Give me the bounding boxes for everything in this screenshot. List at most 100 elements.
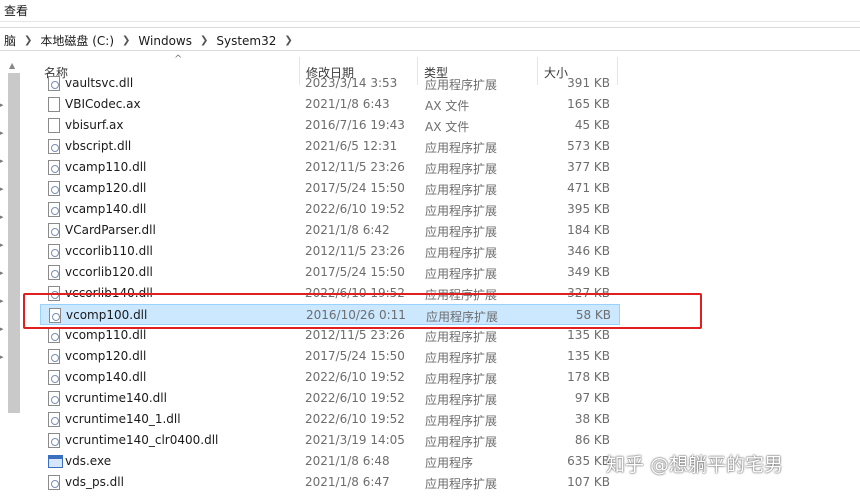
file-row[interactable]: vcruntime140_1.dll 2022/6/10 19:52 应用程序扩展 3… [40, 409, 620, 430]
file-size: 107 KB [567, 475, 610, 489]
dll-icon [48, 244, 60, 259]
navigation-pane: ▸ ▸ ▸ ▸ ▸ ▸ ▸ ▸ ▸ ▸ ▲ [0, 57, 24, 497]
chevron-right-icon[interactable]: ▸ [0, 185, 6, 213]
file-date: 2022/6/10 19:52 [305, 202, 405, 216]
file-row[interactable]: vcruntime140_clr0400.dll 2021/3/19 14:05 应… [40, 430, 620, 451]
dll-icon [48, 139, 60, 154]
file-row[interactable]: vbscript.dll 2021/6/5 12:31 应用程序扩展 573 KB [40, 136, 620, 157]
dll-icon [48, 412, 60, 427]
file-name: vccorlib120.dll [65, 265, 153, 279]
file-size: 135 KB [567, 328, 610, 342]
dll-icon [48, 265, 60, 280]
file-date: 2012/11/5 23:26 [305, 244, 405, 258]
nav-scrollbar[interactable]: ▲ [7, 57, 21, 497]
file-name: vcruntime140_clr0400.dll [65, 433, 219, 447]
file-type: 应用程序扩展 [425, 204, 498, 218]
file-row[interactable]: vaultsvc.dll 2023/3/14 3:53 应用程序扩展 391 KB [40, 73, 620, 94]
file-size: 184 KB [567, 223, 610, 237]
file-date: 2022/6/10 19:52 [305, 370, 405, 384]
nav-expanders: ▸ ▸ ▸ ▸ ▸ ▸ ▸ ▸ ▸ ▸ [0, 101, 6, 381]
file-date: 2012/11/5 23:26 [305, 328, 405, 342]
file-date: 2022/6/10 19:52 [305, 412, 405, 426]
file-row[interactable]: vccorlib120.dll 2017/5/24 15:50 应用程序扩展 349 … [40, 262, 620, 283]
file-date: 2023/3/14 3:53 [305, 76, 398, 90]
file-type: 应用程序 [425, 456, 474, 470]
file-type: 应用程序扩展 [425, 267, 498, 281]
tab-view[interactable]: 查看 [4, 2, 28, 19]
file-row[interactable]: vcruntime140.dll 2022/6/10 19:52 应用程序扩展 97 … [40, 388, 620, 409]
file-type: AX 文件 [425, 120, 470, 134]
chevron-right-icon[interactable]: ▸ [0, 325, 6, 353]
file-type: 应用程序扩展 [425, 477, 498, 491]
file-name: vcomp120.dll [65, 349, 147, 363]
file-row[interactable]: VCardParser.dll 2021/1/8 6:42 应用程序扩展 184 KB [40, 220, 620, 241]
chevron-right-icon[interactable]: ▸ [0, 213, 6, 241]
dll-icon [48, 202, 60, 217]
chevron-right-icon[interactable]: ❯ [20, 35, 36, 46]
file-row[interactable]: vcomp140.dll 2022/6/10 19:52 应用程序扩展 178 KB [40, 367, 620, 388]
scrollbar-thumb[interactable] [8, 73, 20, 413]
breadcrumb-item[interactable]: System32 [212, 34, 280, 48]
chevron-right-icon[interactable]: ❯ [118, 35, 134, 46]
file-row[interactable]: vcamp140.dll 2022/6/10 19:52 应用程序扩展 395 KB [40, 199, 620, 220]
file-row[interactable]: vcomp120.dll 2017/5/24 15:50 应用程序扩展 135 KB [40, 346, 620, 367]
chevron-right-icon[interactable]: ▸ [0, 241, 6, 269]
file-size: 45 KB [574, 118, 610, 132]
dll-icon [48, 223, 60, 238]
breadcrumb-item[interactable]: 脑 [0, 32, 20, 49]
file-row[interactable]: vcamp120.dll 2017/5/24 15:50 应用程序扩展 471 KB [40, 178, 620, 199]
file-size: 391 KB [567, 76, 610, 90]
file-row[interactable]: vbisurf.ax 2016/7/16 19:43 AX 文件 45 KB [40, 115, 620, 136]
file-name: vbisurf.ax [65, 118, 124, 132]
file-size: 346 KB [567, 244, 610, 258]
file-row[interactable]: vds_ps.dll 2021/1/8 6:47 应用程序扩展 107 KB [40, 472, 620, 493]
chevron-right-icon[interactable]: ▸ [0, 129, 6, 157]
file-type: 应用程序扩展 [425, 162, 498, 176]
file-size: 165 KB [567, 97, 610, 111]
chevron-right-icon[interactable]: ❯ [196, 35, 212, 46]
file-row[interactable]: vcamp110.dll 2012/11/5 23:26 应用程序扩展 377 KB [40, 157, 620, 178]
file-date: 2012/11/5 23:26 [305, 160, 405, 174]
chevron-right-icon[interactable]: ▸ [0, 157, 6, 185]
file-type: 应用程序扩展 [425, 414, 498, 428]
file-row[interactable]: VBICodec.ax 2021/1/8 6:43 AX 文件 165 KB [40, 94, 620, 115]
dll-icon [48, 76, 60, 91]
chevron-right-icon[interactable]: ▸ [0, 269, 6, 297]
chevron-right-icon[interactable]: ▸ [0, 101, 6, 129]
file-type: 应用程序扩展 [425, 183, 498, 197]
file-name: vcamp110.dll [65, 160, 147, 174]
file-row[interactable]: vds.exe 2021/1/8 6:48 应用程序 635 KB [40, 451, 620, 472]
file-size: 97 KB [574, 391, 610, 405]
file-type: 应用程序扩展 [425, 351, 498, 365]
chevron-right-icon[interactable]: ❯ [280, 35, 296, 46]
breadcrumb-item[interactable]: 本地磁盘 (C:) [36, 32, 118, 49]
breadcrumb-item[interactable]: Windows [134, 34, 196, 48]
file-type: 应用程序扩展 [425, 246, 498, 260]
chevron-right-icon[interactable]: ▸ [0, 353, 6, 381]
file-date: 2021/6/5 12:31 [305, 139, 398, 153]
file-date: 2021/1/8 6:48 [305, 454, 390, 468]
chevron-right-icon[interactable]: ▸ [0, 297, 6, 325]
dll-icon [48, 160, 60, 175]
file-size: 135 KB [567, 349, 610, 363]
dll-icon [48, 433, 60, 448]
file-name: VCardParser.dll [65, 223, 156, 237]
file-type: 应用程序扩展 [425, 372, 498, 386]
file-name: vcamp120.dll [65, 181, 147, 195]
file-size: 573 KB [567, 139, 610, 153]
file-date: 2021/1/8 6:47 [305, 475, 390, 489]
scroll-up-icon[interactable]: ▲ [9, 61, 15, 70]
address-bar[interactable]: 脑 ❯ 本地磁盘 (C:) ❯ Windows ❯ System32 ❯ [0, 27, 860, 51]
file-icon [48, 118, 60, 133]
exe-icon [48, 455, 63, 468]
file-date: 2017/5/24 15:50 [305, 349, 405, 363]
file-name: vds_ps.dll [65, 475, 124, 489]
file-name: vaultsvc.dll [65, 76, 134, 90]
file-type: 应用程序扩展 [425, 78, 498, 92]
file-row[interactable]: vccorlib110.dll 2012/11/5 23:26 应用程序扩展 346 … [40, 241, 620, 262]
sort-ascending-icon: ^ [174, 54, 183, 65]
file-date: 2021/3/19 14:05 [305, 433, 405, 447]
breadcrumb: 脑 ❯ 本地磁盘 (C:) ❯ Windows ❯ System32 ❯ [0, 32, 297, 49]
file-size: 178 KB [567, 370, 610, 384]
dll-icon [48, 391, 60, 406]
